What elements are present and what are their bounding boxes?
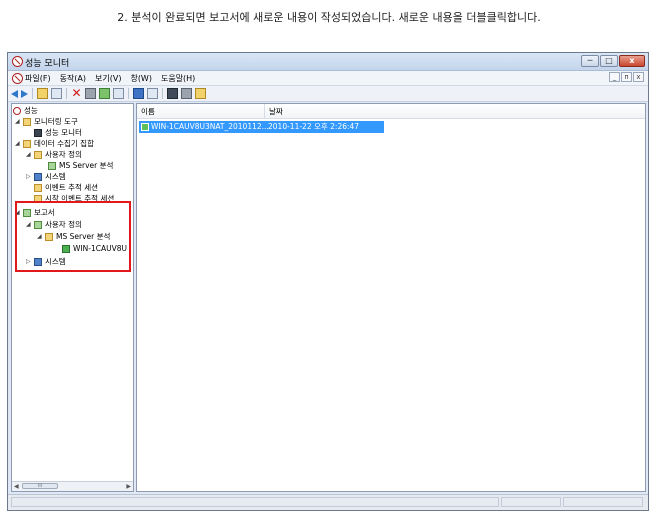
- menu-action[interactable]: 동작(A): [60, 73, 86, 84]
- show-hide-action-pane-icon[interactable]: [147, 88, 158, 99]
- performance-monitor-icon: [12, 56, 23, 67]
- report-date-cell: 2010-11-22 오후 2:26:47: [268, 122, 360, 131]
- new-folder-icon[interactable]: [195, 88, 206, 99]
- report-icon: [141, 123, 149, 131]
- instruction-caption: 2. 분석이 완료되면 보고서에 새로운 내용이 작성되었습니다. 새로운 내용…: [117, 11, 541, 24]
- expand-arrow-icon[interactable]: ▷: [26, 171, 31, 182]
- toolbar-separator: [32, 88, 33, 99]
- status-bar: [8, 494, 648, 510]
- status-segment: [563, 497, 643, 507]
- scroll-right-arrow-icon[interactable]: ▶: [126, 482, 131, 491]
- data-collector-icon: [34, 151, 42, 159]
- show-hide-tree-icon[interactable]: [51, 88, 62, 99]
- collector-set-icon: [48, 162, 56, 170]
- expand-arrow-icon[interactable]: ◢: [26, 149, 31, 160]
- list-column-header: 이름 날짜: [137, 104, 645, 119]
- performance-icon: [13, 107, 21, 115]
- delete-icon[interactable]: ✕: [71, 87, 82, 99]
- help-icon[interactable]: [133, 88, 144, 99]
- back-arrow-icon[interactable]: [11, 90, 18, 98]
- navigation-tree[interactable]: 성능 ◢ 모니터링 도구 성능 모니터 ◢ 데이터 수집기 집합 ◢ 사용자 정…: [11, 103, 134, 492]
- toolbar-separator: [162, 88, 163, 99]
- window-title: 성능 모니터: [25, 59, 70, 69]
- horizontal-scrollbar[interactable]: ◀ III ▶: [12, 481, 133, 491]
- column-header-date[interactable]: 날짜: [269, 106, 283, 117]
- close-button[interactable]: x: [619, 55, 645, 67]
- stop-icon[interactable]: [181, 88, 192, 99]
- expand-arrow-icon[interactable]: ◢: [15, 138, 20, 149]
- report-name-cell: WIN-1CAUV8U3NAT_2010112...: [151, 122, 269, 131]
- minimize-button[interactable]: ─: [581, 55, 599, 67]
- toolbar: ✕: [8, 86, 648, 102]
- performance-monitor-window: 성능 모니터 ─ □ x 파일(F) 동작(A) 보기(V) 창(W) 도움말(…: [7, 52, 649, 511]
- title-bar[interactable]: 성능 모니터 ─ □ x: [8, 53, 648, 71]
- report-view-icon[interactable]: [167, 88, 178, 99]
- status-segment: [11, 497, 499, 507]
- menu-window[interactable]: 창(W): [130, 73, 152, 84]
- properties-icon[interactable]: [85, 88, 96, 99]
- mdi-restore-button[interactable]: ᴨ: [621, 72, 632, 82]
- table-row[interactable]: WIN-1CAUV8U3NAT_2010112... 2010-11-22 오후…: [139, 121, 384, 133]
- chart-icon: [34, 129, 42, 137]
- event-trace-icon: [34, 184, 42, 192]
- system-icon: [34, 173, 42, 181]
- column-header-name[interactable]: 이름: [141, 106, 155, 117]
- column-divider[interactable]: [264, 104, 265, 118]
- menu-bar: 파일(F) 동작(A) 보기(V) 창(W) 도움말(H) _ ᴨ x: [8, 71, 648, 86]
- mdi-close-button[interactable]: x: [633, 72, 644, 82]
- folder-icon: [23, 118, 31, 126]
- scroll-thumb[interactable]: III: [22, 483, 58, 489]
- system-menu-icon[interactable]: [12, 73, 23, 84]
- up-folder-icon[interactable]: [37, 88, 48, 99]
- menu-file[interactable]: 파일(F): [25, 73, 51, 84]
- status-segment: [501, 497, 561, 507]
- export-list-icon[interactable]: [113, 88, 124, 99]
- report-list-pane[interactable]: 이름 날짜 WIN-1CAUV8U3NAT_2010112... 2010-11…: [136, 103, 646, 492]
- refresh-icon[interactable]: [99, 88, 110, 99]
- menu-view[interactable]: 보기(V): [95, 73, 121, 84]
- data-collector-icon: [23, 140, 31, 148]
- window-controls: ─ □ x: [581, 55, 645, 67]
- maximize-button[interactable]: □: [600, 55, 618, 67]
- highlight-box: [15, 201, 131, 272]
- scroll-left-arrow-icon[interactable]: ◀: [14, 482, 19, 491]
- toolbar-separator: [66, 88, 67, 99]
- expand-arrow-icon[interactable]: ◢: [15, 116, 20, 127]
- mdi-minimize-button[interactable]: _: [609, 72, 620, 82]
- forward-arrow-icon[interactable]: [21, 90, 28, 98]
- toolbar-separator: [128, 88, 129, 99]
- mdi-controls: _ ᴨ x: [609, 72, 644, 82]
- menu-help[interactable]: 도움말(H): [161, 73, 195, 84]
